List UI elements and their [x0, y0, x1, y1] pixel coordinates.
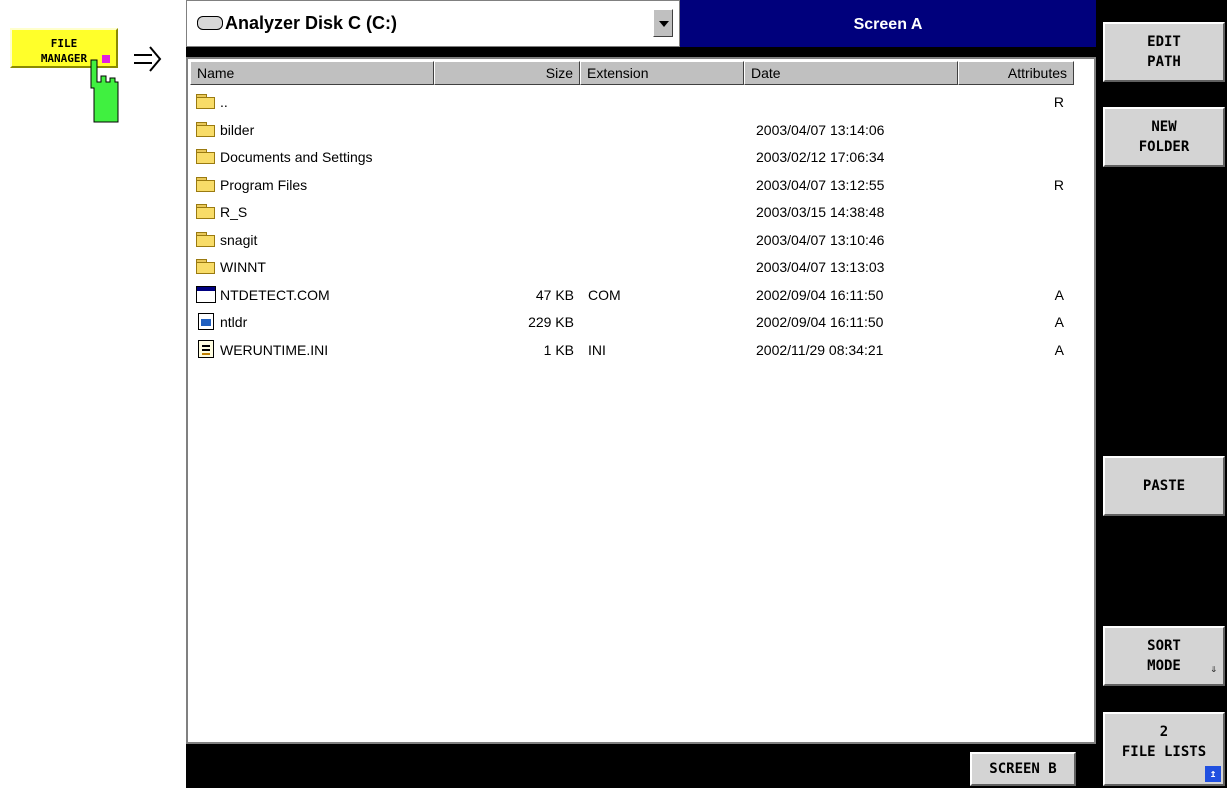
softkey-label-line: PATH: [1147, 54, 1181, 70]
file-row[interactable]: WERUNTIME.INI 1 KB INI 2002/11/29 08:34:…: [190, 339, 1090, 367]
file-lists-softkey[interactable]: 2 FILE LISTS ↥: [1103, 712, 1225, 786]
file-date: 2003/04/07 13:10:46: [756, 231, 885, 248]
file-rows: .. R bilder 2003/04/07 13:14:06 Document…: [190, 91, 1090, 366]
softkey-label-line: FILE LISTS: [1121, 744, 1207, 760]
column-headers: Name Size Extension Date Attributes: [188, 59, 1094, 85]
softkey-label-line: MODE: [1147, 658, 1181, 674]
file-name: snagit: [220, 231, 258, 248]
file-name: NTDETECT.COM: [220, 286, 330, 303]
file-extension: INI: [588, 341, 606, 358]
folder-icon: [196, 201, 216, 220]
folder-icon: [196, 146, 216, 165]
arrow-right-icon: [134, 46, 162, 72]
column-header-size-label: Size: [545, 65, 573, 81]
file-date: 2002/09/04 16:11:50: [756, 314, 884, 330]
new-folder-softkey[interactable]: NEW FOLDER: [1103, 107, 1225, 167]
column-header-attributes-label: Attributes: [1007, 65, 1067, 81]
dropdown-button[interactable]: [653, 9, 673, 37]
file-row[interactable]: Program Files 2003/04/07 13:12:55 R: [190, 174, 1090, 202]
file-attributes: R: [1053, 176, 1064, 193]
file-date: 2003/02/12 17:06:34: [756, 149, 885, 165]
com-file-icon: [196, 284, 216, 303]
softkey-label-line: 2: [1159, 724, 1169, 740]
folder-icon: [196, 229, 216, 248]
hard-drive-icon: [197, 16, 223, 30]
file-date: 2002/09/04 16:11:50: [756, 286, 884, 303]
column-header-size[interactable]: Size: [434, 61, 580, 85]
file-row[interactable]: .. R: [190, 91, 1090, 119]
file-name: Documents and Settings: [220, 149, 373, 165]
softkey-label-line: PASTE: [1142, 478, 1186, 494]
file-name: ..: [220, 94, 228, 110]
file-extension: COM: [588, 286, 621, 303]
sort-mode-softkey[interactable]: SORT MODE ⇓: [1103, 626, 1225, 686]
folder-icon: [196, 174, 216, 193]
column-header-extension-label: Extension: [587, 65, 649, 81]
file-name: WINNT: [220, 259, 266, 275]
file-attributes: R: [1053, 94, 1064, 110]
pointing-hand-icon: [90, 59, 119, 123]
file-row[interactable]: ntldr 229 KB 2002/09/04 16:11:50 A: [190, 311, 1090, 339]
exe-file-icon: [196, 311, 214, 330]
edit-path-softkey[interactable]: EDIT PATH: [1103, 22, 1225, 82]
file-name: R_S: [220, 204, 248, 220]
folder-icon: [196, 91, 216, 110]
file-row[interactable]: NTDETECT.COM 47 KB COM 2002/09/04 16:11:…: [190, 284, 1090, 312]
column-header-extension[interactable]: Extension: [580, 61, 744, 85]
paste-softkey[interactable]: PASTE: [1103, 456, 1225, 516]
file-row[interactable]: R_S 2003/03/15 14:38:48: [190, 201, 1090, 229]
file-name: ntldr: [220, 314, 248, 330]
file-name: Program Files: [220, 176, 308, 193]
screen-title: Screen A: [853, 16, 923, 33]
file-date: 2003/04/07 13:12:55: [756, 176, 885, 193]
file-list-panel[interactable]: Name Size Extension Date Attributes .. R…: [186, 57, 1096, 744]
file-date: 2002/11/29 08:34:21: [756, 341, 884, 358]
folder-icon: [196, 256, 216, 275]
column-header-attributes[interactable]: Attributes: [958, 61, 1074, 85]
submenu-arrow-icon: ⇓: [1210, 662, 1217, 675]
drive-label: Analyzer Disk C (C:): [225, 13, 398, 33]
drive-selector[interactable]: Analyzer Disk C (C:): [186, 0, 680, 47]
file-name: WERUNTIME.INI: [220, 341, 329, 358]
file-attributes: A: [1054, 314, 1064, 330]
column-header-name-label: Name: [197, 65, 235, 81]
file-size: 229 KB: [528, 314, 574, 330]
file-row[interactable]: WINNT 2003/04/07 13:13:03: [190, 256, 1090, 284]
file-date: 2003/04/07 13:13:03: [756, 259, 885, 275]
screen-b-button[interactable]: SCREEN B: [970, 752, 1076, 786]
ini-file-icon: [196, 339, 214, 358]
softkey-label-line: FOLDER: [1138, 139, 1190, 155]
chevron-down-icon: [659, 21, 669, 27]
column-header-date[interactable]: Date: [744, 61, 958, 85]
file-row[interactable]: snagit 2003/04/07 13:10:46: [190, 229, 1090, 257]
file-date: 2003/04/07 13:14:06: [756, 121, 885, 138]
side-menu-arrow-icon: ↥: [1205, 766, 1221, 782]
file-size: 47 KB: [535, 286, 574, 303]
file-attributes: A: [1054, 341, 1064, 358]
softkey-label-line: EDIT: [1147, 34, 1181, 50]
column-header-date-label: Date: [751, 65, 781, 81]
file-size: 1 KB: [543, 341, 574, 358]
file-name: bilder: [220, 121, 255, 138]
softkey-label-line: SORT: [1147, 638, 1181, 654]
file-row[interactable]: bilder 2003/04/07 13:14:06: [190, 119, 1090, 147]
folder-icon: [196, 119, 216, 138]
file-date: 2003/03/15 14:38:48: [756, 204, 885, 220]
column-header-name[interactable]: Name: [190, 61, 434, 85]
softkey-label-line: NEW: [1151, 119, 1177, 135]
file-attributes: A: [1054, 286, 1064, 303]
file-manager-key-line1: FILE: [50, 37, 78, 50]
screen-title-bar: Screen A: [680, 0, 1096, 47]
file-row[interactable]: Documents and Settings 2003/02/12 17:06:…: [190, 146, 1090, 174]
